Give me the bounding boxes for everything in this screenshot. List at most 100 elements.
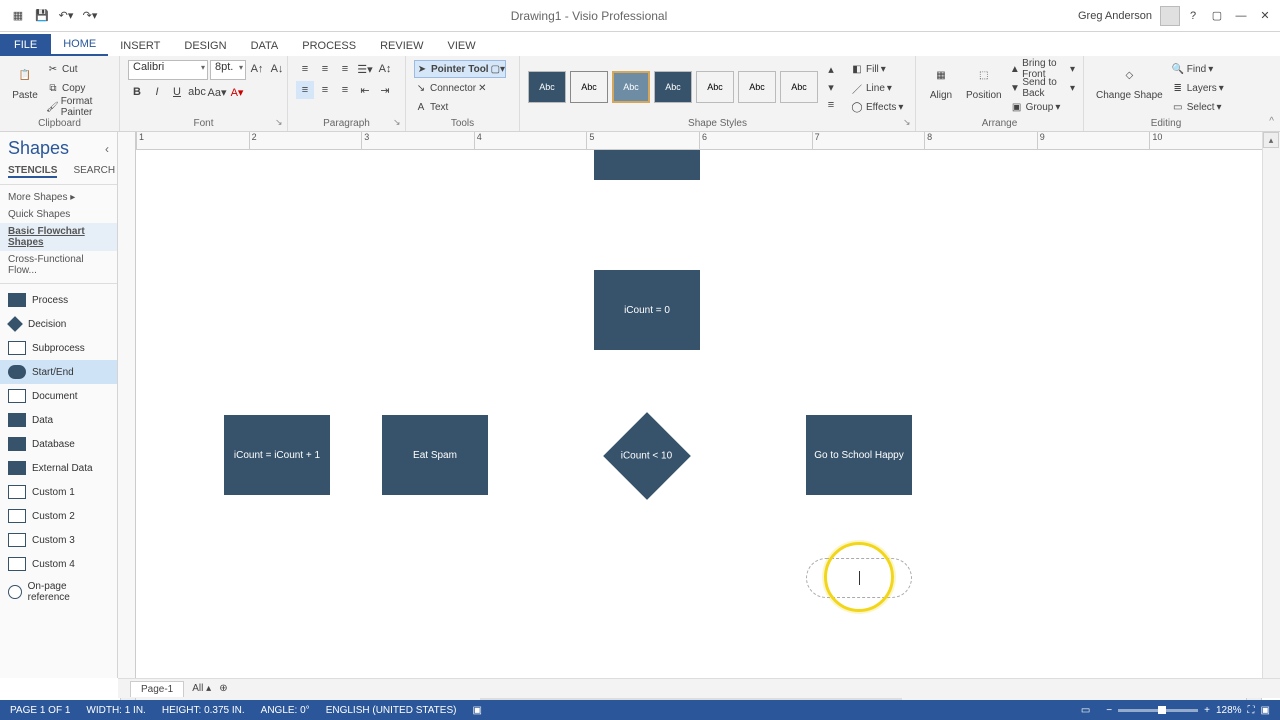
style-swatch-3[interactable]: Abc <box>612 71 650 103</box>
save-icon[interactable]: 💾 <box>32 6 52 26</box>
case-button[interactable]: Aa▾ <box>208 83 226 101</box>
avatar[interactable] <box>1160 6 1180 26</box>
page-tab-all[interactable]: All ▴ <box>192 683 211 694</box>
zoom-level[interactable]: 128% <box>1216 705 1242 716</box>
tab-review[interactable]: REVIEW <box>368 36 435 56</box>
stencil-quick-shapes[interactable]: Quick Shapes <box>0 206 117 223</box>
tab-file[interactable]: FILE <box>0 34 51 56</box>
shape-icount-init[interactable]: iCount = 0 <box>594 270 700 350</box>
fullscreen-icon[interactable]: ▣ <box>1261 705 1270 716</box>
add-page-button[interactable]: ⊕ <box>219 683 227 694</box>
paste-button[interactable]: 📋 Paste <box>8 60 42 103</box>
styles-more[interactable]: ≡ <box>822 96 840 114</box>
font-color-button[interactable]: A▾ <box>228 83 246 101</box>
group-button[interactable]: ▣Group ▾ <box>1010 98 1075 116</box>
undo-icon[interactable]: ↶▾ <box>56 6 76 26</box>
underline-button[interactable]: U <box>168 83 186 101</box>
style-swatch-6[interactable]: Abc <box>738 71 776 103</box>
redo-icon[interactable]: ↷▾ <box>80 6 100 26</box>
send-back-button[interactable]: ▼Send to Back ▾ <box>1010 79 1075 97</box>
shape-custom-4[interactable]: Custom 4 <box>0 552 117 576</box>
tab-process[interactable]: PROCESS <box>290 36 368 56</box>
styles-row-up[interactable]: ▴ <box>822 60 840 78</box>
font-size-select[interactable]: 8pt. <box>210 60 246 80</box>
italic-button[interactable]: I <box>148 83 166 101</box>
change-shape-button[interactable]: ◇Change Shape <box>1092 60 1167 103</box>
shrink-font-button[interactable]: A↓ <box>268 60 286 78</box>
bring-front-button[interactable]: ▲Bring to Front ▾ <box>1010 60 1075 78</box>
user-name[interactable]: Greg Anderson <box>1078 10 1152 22</box>
stencil-basic-flowchart[interactable]: Basic Flowchart Shapes <box>0 223 117 251</box>
layers-button[interactable]: ≣Layers ▾ <box>1171 79 1224 97</box>
shape-document[interactable]: Document <box>0 384 117 408</box>
tab-design[interactable]: DESIGN <box>172 36 238 56</box>
shape-database[interactable]: Database <box>0 432 117 456</box>
style-swatch-7[interactable]: Abc <box>780 71 818 103</box>
shape-custom-2[interactable]: Custom 2 <box>0 504 117 528</box>
page-tab-1[interactable]: Page-1 <box>130 681 184 697</box>
fill-button[interactable]: ◧Fill ▾ <box>850 60 903 78</box>
drawing-surface[interactable]: iCount = 0 iCount = iCount + 1 Eat Spam … <box>136 150 1262 660</box>
find-button[interactable]: 🔍Find ▾ <box>1171 60 1224 78</box>
position-button[interactable]: ⬚Position <box>962 60 1006 103</box>
pointer-tool-button[interactable]: ➤Pointer Tool▢▾ <box>414 60 506 78</box>
text-tool-button[interactable]: AText <box>414 98 448 116</box>
stencils-tab[interactable]: STENCILS <box>8 165 57 178</box>
font-dialog-launcher[interactable]: ↘ <box>275 117 285 127</box>
strike-button[interactable]: abc <box>188 83 206 101</box>
shape-go-school[interactable]: Go to School Happy <box>806 415 912 495</box>
copy-button[interactable]: ⧉Copy <box>46 79 111 97</box>
maximize-icon[interactable]: ▢ <box>1206 5 1228 27</box>
grow-font-button[interactable]: A↑ <box>248 60 266 78</box>
paragraph-dialog-launcher[interactable]: ↘ <box>393 117 403 127</box>
shape-subprocess[interactable]: Subprocess <box>0 336 117 360</box>
shape-eat-spam[interactable]: Eat Spam <box>382 415 488 495</box>
shape-icount-inc[interactable]: iCount = iCount + 1 <box>224 415 330 495</box>
effects-button[interactable]: ◯Effects ▾ <box>850 98 903 116</box>
zoom-in-button[interactable]: + <box>1204 705 1210 716</box>
shape-data[interactable]: Data <box>0 408 117 432</box>
bullets-button[interactable]: ☰▾ <box>356 60 374 78</box>
align-top-button[interactable]: ≡ <box>296 60 314 78</box>
macro-recording-icon[interactable]: ▣ <box>472 705 481 716</box>
indent-button[interactable]: ⇥ <box>376 81 394 99</box>
shape-custom-3[interactable]: Custom 3 <box>0 528 117 552</box>
style-swatch-2[interactable]: Abc <box>570 71 608 103</box>
styles-dialog-launcher[interactable]: ↘ <box>903 117 913 127</box>
stencil-cross-functional[interactable]: Cross-Functional Flow... <box>0 251 117 279</box>
format-painter-button[interactable]: 🖌Format Painter <box>46 98 111 116</box>
shape-process[interactable]: Process <box>0 288 117 312</box>
shape-decision[interactable]: Decision <box>0 312 117 336</box>
styles-row-down[interactable]: ▾ <box>822 78 840 96</box>
close-icon[interactable]: ✕ <box>1254 5 1276 27</box>
shape-custom-1[interactable]: Custom 1 <box>0 480 117 504</box>
tab-view[interactable]: VIEW <box>435 36 487 56</box>
bold-button[interactable]: B <box>128 83 146 101</box>
style-swatch-1[interactable]: Abc <box>528 71 566 103</box>
presentation-mode-icon[interactable]: ▭ <box>1081 705 1090 716</box>
tab-insert[interactable]: INSERT <box>108 36 172 56</box>
shape-onpage-ref[interactable]: On-page reference <box>0 576 117 608</box>
select-button[interactable]: ▭Select ▾ <box>1171 98 1224 116</box>
connector-button[interactable]: ↘Connector✕ <box>414 79 487 97</box>
tab-data[interactable]: DATA <box>239 36 291 56</box>
shape-external-data[interactable]: External Data <box>0 456 117 480</box>
font-name-select[interactable]: Calibri <box>128 60 208 80</box>
align-bottom-button[interactable]: ≡ <box>336 60 354 78</box>
shape-start-end[interactable]: Start/End <box>0 360 117 384</box>
align-center-button[interactable]: ≡ <box>316 81 334 99</box>
shapes-collapse-icon[interactable]: ‹ <box>105 142 109 156</box>
shape-top-rect[interactable] <box>594 150 700 180</box>
outdent-button[interactable]: ⇤ <box>356 81 374 99</box>
fit-page-icon[interactable]: ⛶ <box>1248 705 1255 716</box>
search-tab[interactable]: SEARCH <box>73 165 115 178</box>
style-swatch-5[interactable]: Abc <box>696 71 734 103</box>
align-right-button[interactable]: ≡ <box>336 81 354 99</box>
vertical-scrollbar[interactable]: ▴ <box>1262 132 1280 678</box>
shape-decision[interactable]: iCount < 10 <box>603 412 691 500</box>
status-language[interactable]: ENGLISH (UNITED STATES) <box>326 705 457 716</box>
cut-button[interactable]: ✂Cut <box>46 60 111 78</box>
help-icon[interactable]: ? <box>1182 5 1204 27</box>
scroll-up-icon[interactable]: ▴ <box>1263 132 1279 148</box>
align-middle-button[interactable]: ≡ <box>316 60 334 78</box>
